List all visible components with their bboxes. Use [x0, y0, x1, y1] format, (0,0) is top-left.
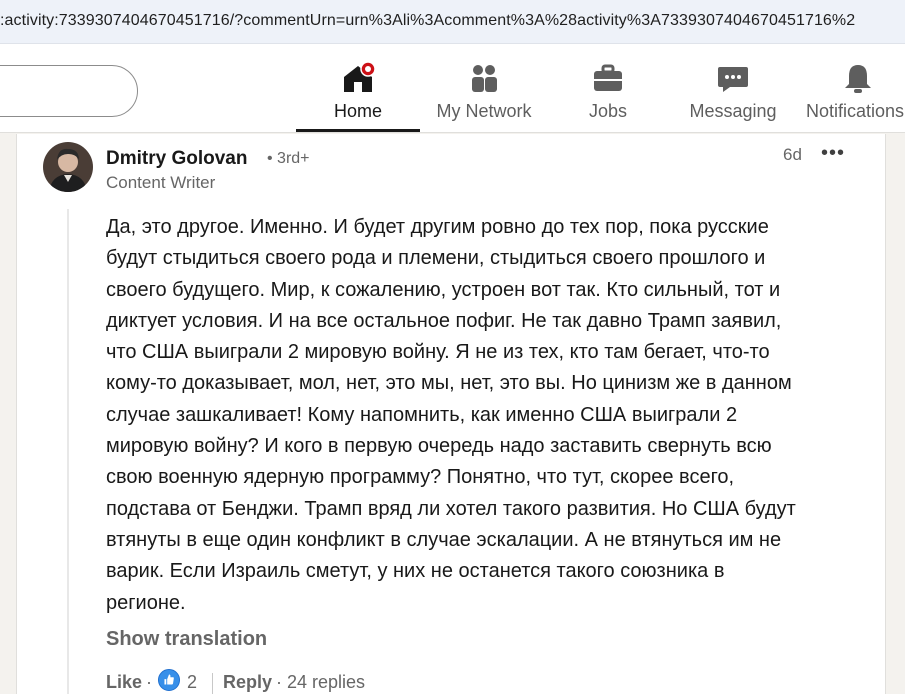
nav-my-network-label: My Network — [436, 101, 532, 121]
like-count[interactable]: 2 — [187, 672, 197, 693]
author-headline: Content Writer — [106, 173, 216, 192]
nav-home-label: Home — [333, 101, 382, 121]
url-text[interactable]: :activity:7339307404670451716/?commentUr… — [0, 12, 855, 30]
avatar[interactable] — [43, 142, 93, 192]
thread-line — [67, 209, 69, 694]
chat-icon — [718, 67, 748, 92]
briefcase-icon — [594, 64, 622, 91]
divider — [212, 673, 213, 694]
author-name[interactable]: Dmitry Golovan — [106, 148, 247, 170]
comment-text: Да, это другое. Именно. И будет другим р… — [106, 212, 876, 619]
more-options-icon[interactable]: ••• — [821, 142, 845, 165]
nav-jobs-label: Jobs — [588, 101, 628, 121]
replies-count[interactable]: 24 replies — [287, 672, 365, 693]
comment-line: регионе. — [106, 591, 186, 614]
reply-button[interactable]: Reply — [223, 672, 272, 693]
comment-line: что США выиграли 2 мировую войну. Я не и… — [106, 341, 770, 364]
bell-icon — [845, 65, 871, 93]
nav-my-network[interactable]: My Network — [422, 44, 546, 133]
people-icon — [472, 65, 497, 92]
nav-notifications-label: Notifications — [806, 101, 905, 121]
comment-line: подстава от Бенджи. Трамп вряд ли хотел … — [106, 497, 796, 520]
comment-line: кому-то доказывает, мол, нет, это мы, не… — [106, 372, 792, 395]
like-reaction-icon[interactable] — [158, 669, 180, 691]
nav-notifications[interactable]: Notifications — [800, 44, 905, 133]
active-indicator — [296, 129, 420, 132]
comment-line: варик. Если Израиль сметут, у них не ост… — [106, 560, 725, 583]
comment-line: мировую войну? И кого в первую очередь н… — [106, 435, 772, 458]
nav-home[interactable]: Home — [296, 44, 420, 133]
avatar-photo — [43, 142, 93, 192]
comment-line: втянуты в еще один конфликт в случае эск… — [106, 528, 782, 551]
nav-messaging[interactable]: Messaging — [672, 44, 794, 133]
browser-address-bar[interactable]: :activity:7339307404670451716/?commentUr… — [0, 0, 905, 44]
comment-line: диктует условия. И на все остальное пофи… — [106, 309, 782, 332]
nav-messaging-label: Messaging — [689, 101, 777, 121]
separator-dot: · — [146, 672, 152, 692]
comment-line: будут стыдиться своего рода и племени, с… — [106, 247, 766, 270]
comment-line: своего будущего. Мир, к сожалению, устро… — [106, 278, 781, 301]
home-icon — [344, 62, 375, 92]
comment-line: свою военную ядерную программу? Понятно,… — [106, 466, 735, 489]
like-button[interactable]: Like — [106, 672, 142, 693]
comment-timestamp: 6d — [783, 145, 802, 164]
comment-card: Dmitry Golovan • 3rd+ Content Writer 6d … — [16, 134, 886, 694]
comment-line: Да, это другое. Именно. И будет другим р… — [106, 216, 769, 238]
connection-degree: • 3rd+ — [267, 150, 310, 167]
comment-line: случае зашкаливает! Кому напомнить, как … — [106, 403, 738, 426]
top-nav: Home My Network Jobs Messaging Notificat… — [0, 44, 905, 133]
nav-jobs[interactable]: Jobs — [548, 44, 668, 133]
show-translation-button[interactable]: Show translation — [106, 628, 267, 651]
search-input[interactable] — [0, 65, 138, 117]
separator-dot: · — [276, 672, 282, 692]
